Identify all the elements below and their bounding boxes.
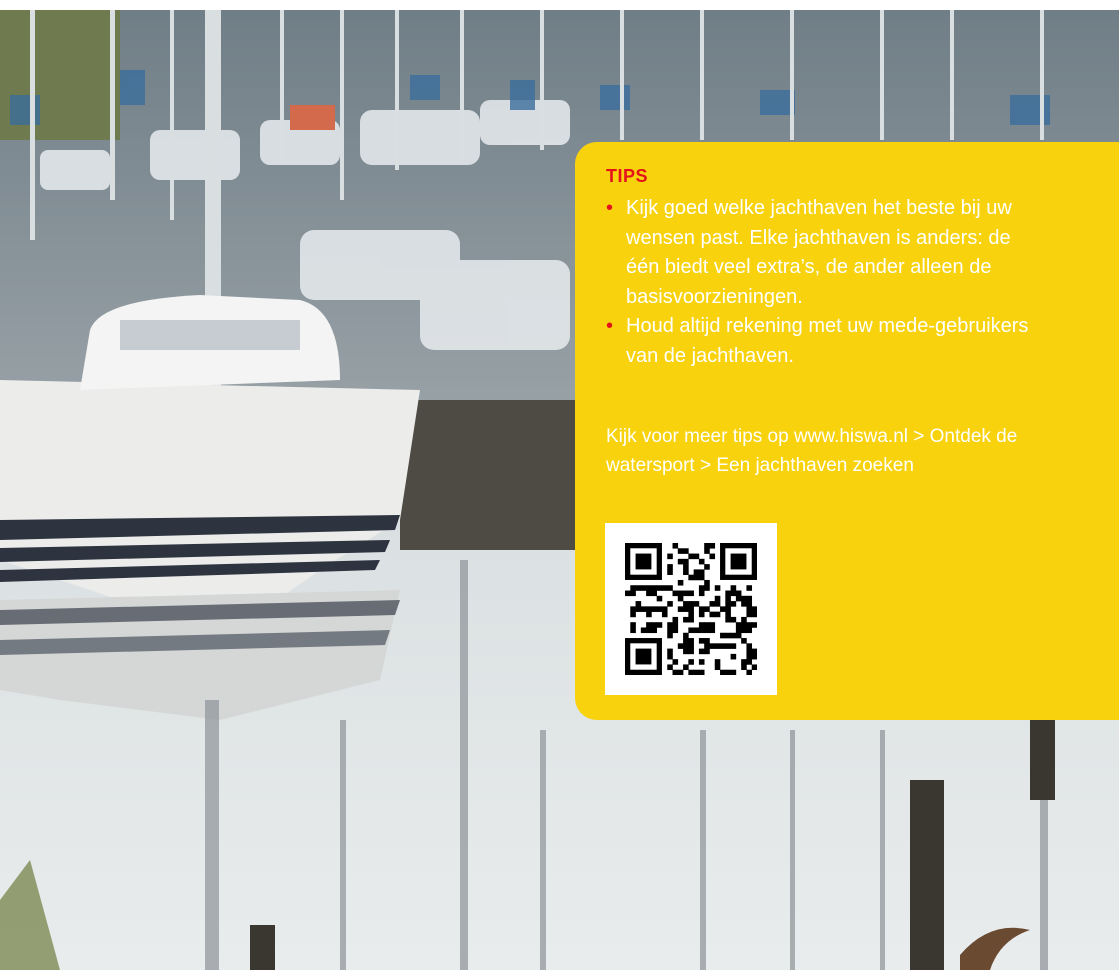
tips-heading: TIPS bbox=[606, 166, 649, 186]
more-info-text: Kijk voor meer tips op www.hiswa.nl > On… bbox=[606, 426, 1018, 476]
tips-list: • Kijk goed welke jachthaven het beste b… bbox=[606, 194, 1046, 371]
qr-code[interactable] bbox=[605, 523, 777, 695]
bullet-icon: • bbox=[606, 197, 614, 219]
tip-text: Kijk goed welke jachthaven het beste bij… bbox=[626, 197, 1012, 308]
tip-text: Houd altijd rekening met uw mede-gebruik… bbox=[626, 315, 1029, 367]
top-white-strip bbox=[0, 0, 1119, 10]
list-item: • Houd altijd rekening met uw mede-gebru… bbox=[606, 312, 1046, 371]
bullet-icon: • bbox=[606, 315, 614, 337]
list-item: • Kijk goed welke jachthaven het beste b… bbox=[606, 194, 1046, 312]
qr-code-icon bbox=[625, 543, 757, 675]
